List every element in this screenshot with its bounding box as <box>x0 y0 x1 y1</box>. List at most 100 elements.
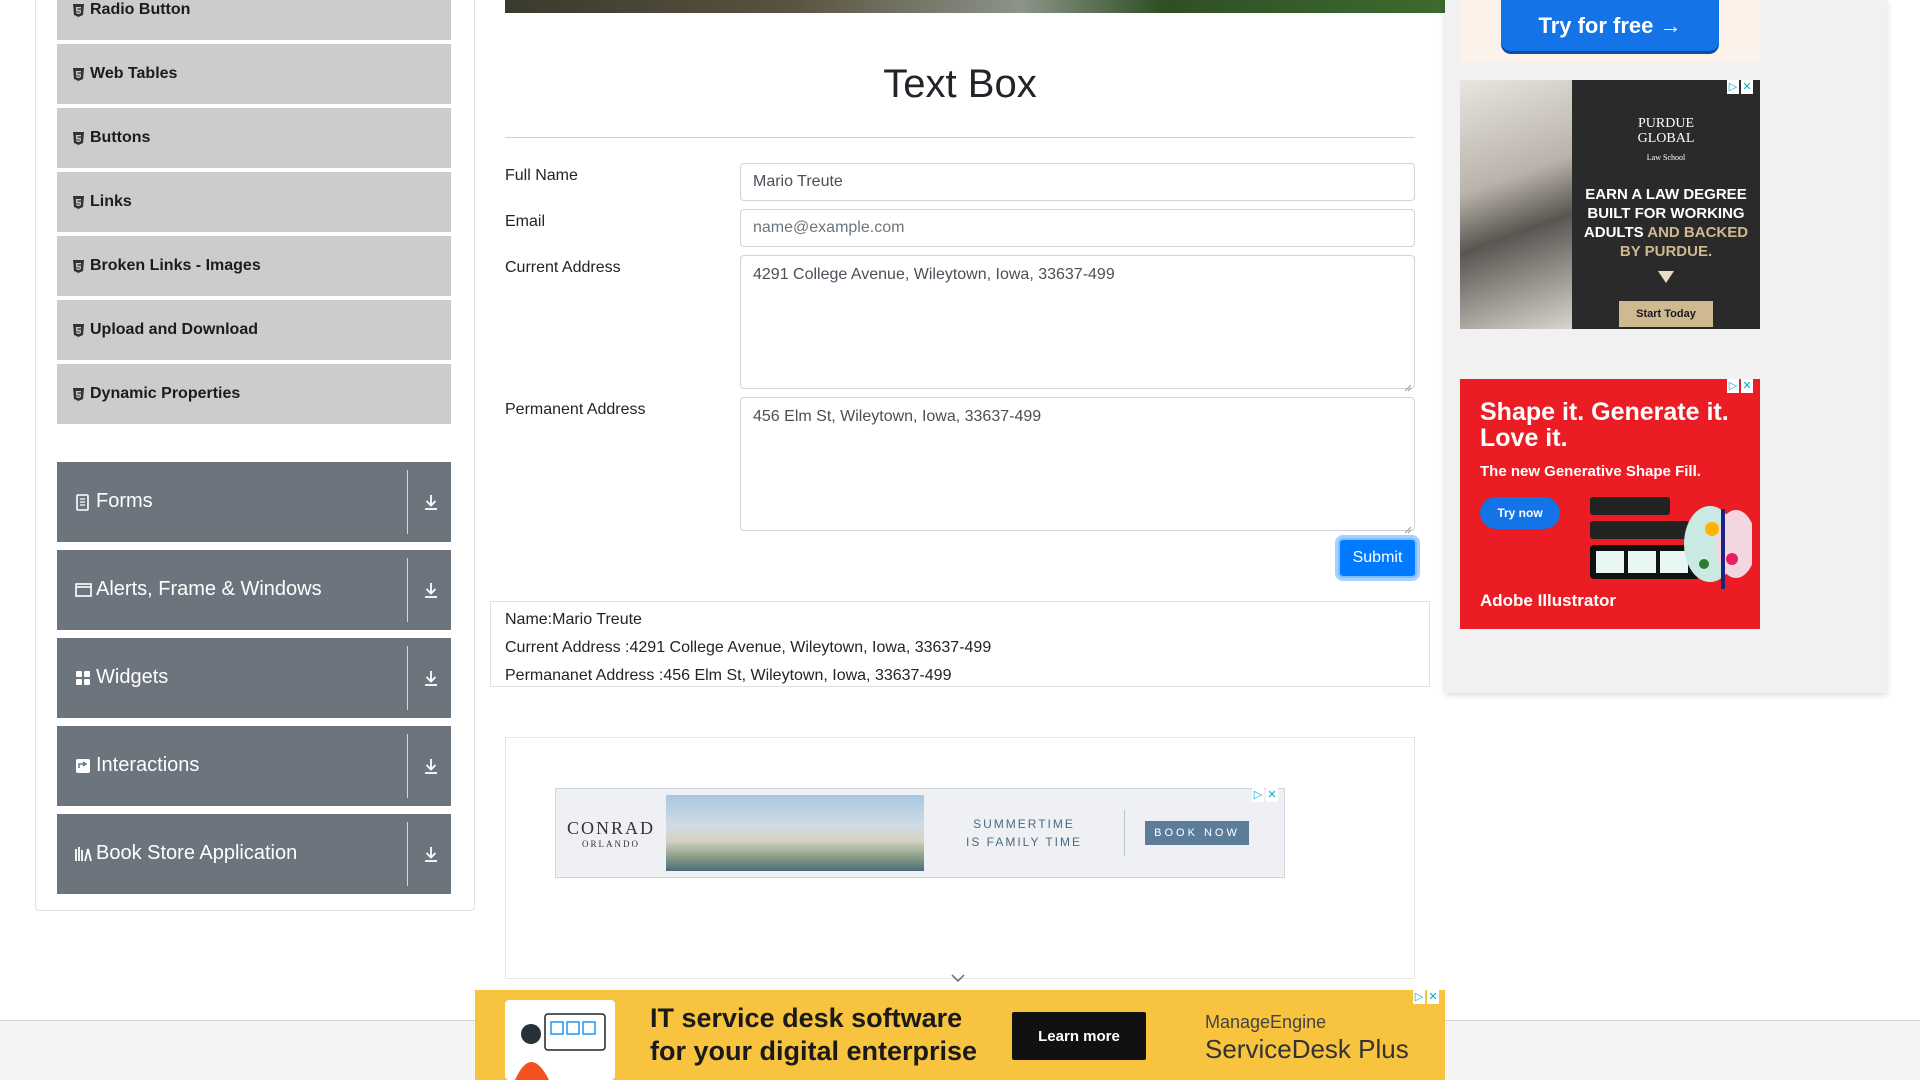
ad-choices-icon[interactable]: ▷ <box>1727 379 1739 393</box>
sidebar-item-broken-links[interactable]: Broken Links - Images <box>57 236 451 297</box>
conrad-logo-line1: CONRAD <box>566 817 655 838</box>
purdue-copy-gold1: AND BACKED <box>1647 224 1749 241</box>
conrad-tagline-line2: IS FAMILY TIME <box>965 835 1083 849</box>
sidebar-item-web-tables[interactable]: Web Tables <box>57 44 451 105</box>
full-name-input[interactable]: Mario Treute <box>740 163 1415 201</box>
divider <box>407 822 408 886</box>
resort-photo <box>666 795 924 871</box>
output-permanent-address: Permananet Address :456 Elm St, Wileytow… <box>505 667 952 684</box>
close-icon[interactable]: ✕ <box>1741 379 1753 393</box>
purdue-copy-line2: BUILT FOR WORKING <box>1587 205 1745 222</box>
close-icon[interactable]: ✕ <box>1741 80 1753 94</box>
resize-handle-icon[interactable] <box>1404 520 1412 534</box>
divider <box>407 734 408 798</box>
permanent-address-textarea[interactable]: 456 Elm St, Wileytown, Iowa, 33637-499 <box>740 397 1415 534</box>
conrad-logo: CONRAD ORLANDO <box>556 818 666 849</box>
ad-photo <box>1460 80 1572 329</box>
sidebar-group-alerts[interactable]: Alerts, Frame & Windows <box>57 550 451 630</box>
book-now-button[interactable]: BOOK NOW <box>1145 821 1249 845</box>
divider <box>407 558 408 622</box>
sidebar-group-label: Alerts, Frame & Windows <box>96 578 322 600</box>
learn-more-button[interactable]: Learn more <box>1012 1012 1146 1060</box>
sidebar-group-widgets[interactable]: Widgets <box>57 638 451 718</box>
download-arrow-icon[interactable] <box>423 845 439 863</box>
sidebar-group-label: Interactions <box>96 754 200 776</box>
banner-image <box>505 0 1445 13</box>
sidebar-item-label: Buttons <box>90 129 151 146</box>
conrad-tagline: SUMMERTIME IS FAMILY TIME <box>924 815 1124 851</box>
purdue-ad[interactable]: PURDUE GLOBAL Law School EARN A LAW DEGR… <box>1460 80 1760 329</box>
divider <box>407 646 408 710</box>
try-now-button[interactable]: Try now <box>1480 497 1560 529</box>
download-arrow-icon[interactable] <box>423 669 439 687</box>
purdue-panel: PURDUE GLOBAL Law School EARN A LAW DEGR… <box>1572 80 1760 329</box>
left-panel: Radio Button Web Tables Buttons Links Br… <box>35 0 475 911</box>
full-name-label: Full Name <box>505 167 578 184</box>
email-label: Email <box>505 213 546 230</box>
servicedesk-ad-banner[interactable]: IT service desk software for your digita… <box>475 990 1445 1080</box>
ad-choices[interactable]: ▷ ✕ <box>1727 379 1753 393</box>
sidebar-item-upload-download[interactable]: Upload and Download <box>57 300 451 361</box>
sidebar-item-links[interactable]: Links <box>57 172 451 233</box>
sidebar-item-radio-button[interactable]: Radio Button <box>57 0 451 41</box>
ad-headline-line1: IT service desk software <box>650 1003 963 1033</box>
ad-choices-icon[interactable]: ▷ <box>1727 80 1739 94</box>
conrad-ad-banner[interactable]: CONRAD ORLANDO SUMMERTIME IS FAMILY TIME… <box>555 788 1285 878</box>
current-address-value: 4291 College Avenue, Wileytown, Iowa, 33… <box>753 266 1115 283</box>
adobe-brand: Adobe Illustrator <box>1480 591 1617 610</box>
divider <box>1124 810 1125 856</box>
purdue-copy-line1: EARN A LAW DEGREE <box>1585 186 1747 203</box>
download-arrow-icon[interactable] <box>423 581 439 599</box>
interaction-icon <box>75 758 92 775</box>
ad-choices[interactable]: ▷ ✕ <box>1252 788 1278 802</box>
ad-headline-line2: for your digital enterprise <box>650 1036 978 1066</box>
resize-handle-icon[interactable] <box>1404 378 1412 392</box>
html5-icon <box>72 323 84 337</box>
ad-choices[interactable]: ▷ ✕ <box>1727 80 1753 94</box>
sidebar-item-dynamic-properties[interactable]: Dynamic Properties <box>57 364 451 425</box>
ad-choices-icon[interactable]: ▷ <box>1413 990 1425 1004</box>
chevron-down-icon[interactable] <box>950 970 966 983</box>
ad-headline: IT service desk software for your digita… <box>650 1002 977 1068</box>
adobe-illustrator-ad[interactable]: Shape it. Generate it. Love it. The new … <box>1460 379 1760 629</box>
sidebar-group-interactions[interactable]: Interactions <box>57 726 451 806</box>
email-input[interactable]: name@example.com <box>740 209 1415 247</box>
divider <box>505 137 1415 138</box>
download-arrow-icon[interactable] <box>423 493 439 511</box>
conrad-logo-line2: ORLANDO <box>582 838 640 849</box>
start-today-button[interactable]: Start Today <box>1619 301 1713 327</box>
close-icon[interactable]: ✕ <box>1427 990 1439 1004</box>
sidebar-group-forms[interactable]: Forms <box>57 462 451 542</box>
divider <box>407 470 408 534</box>
purdue-copy-line3: ADULTS <box>1583 224 1644 241</box>
page-title: Text Box <box>883 62 1037 106</box>
sidebar-item-buttons[interactable]: Buttons <box>57 108 451 169</box>
purdue-brand-line1: PURDUE <box>1637 116 1694 131</box>
ad-choices-icon[interactable]: ▷ <box>1252 788 1264 802</box>
ad-illustration <box>505 1000 615 1080</box>
sidebar-group-book-store[interactable]: Book Store Application <box>57 814 451 894</box>
grid-icon <box>75 670 92 687</box>
conrad-tagline-line1: SUMMERTIME <box>973 817 1075 831</box>
download-arrow-icon[interactable] <box>423 757 439 775</box>
html5-icon <box>72 3 84 17</box>
sidebar-item-label: Upload and Download <box>90 321 258 338</box>
output-current-address: Current Address :4291 College Avenue, Wi… <box>505 639 992 656</box>
sidebar-item-label: Broken Links - Images <box>90 257 261 274</box>
adobe-subline: The new Generative Shape Fill. <box>1480 463 1701 480</box>
submit-button[interactable]: Submit <box>1338 538 1417 578</box>
html5-icon <box>72 387 84 401</box>
document-icon <box>75 494 92 511</box>
servicedesk-plus-logo: ServiceDesk Plus <box>1205 1034 1409 1064</box>
try-for-free-button[interactable]: Try for free → <box>1501 0 1719 51</box>
ad-choices[interactable]: ▷ ✕ <box>1413 990 1439 1004</box>
sidebar-item-label: Dynamic Properties <box>90 385 241 402</box>
current-address-textarea[interactable]: 4291 College Avenue, Wileytown, Iowa, 33… <box>740 255 1415 392</box>
arrow-down-icon <box>1658 271 1674 283</box>
purdue-copy: EARN A LAW DEGREE BUILT FOR WORKING ADUL… <box>1572 185 1760 261</box>
close-icon[interactable]: ✕ <box>1266 788 1278 802</box>
output-panel: Name:Mario Treute Current Address :4291 … <box>490 601 1430 687</box>
html5-icon <box>72 195 84 209</box>
sidebar-group-label: Widgets <box>96 666 169 688</box>
sidebar-item-label: Radio Button <box>90 1 191 18</box>
